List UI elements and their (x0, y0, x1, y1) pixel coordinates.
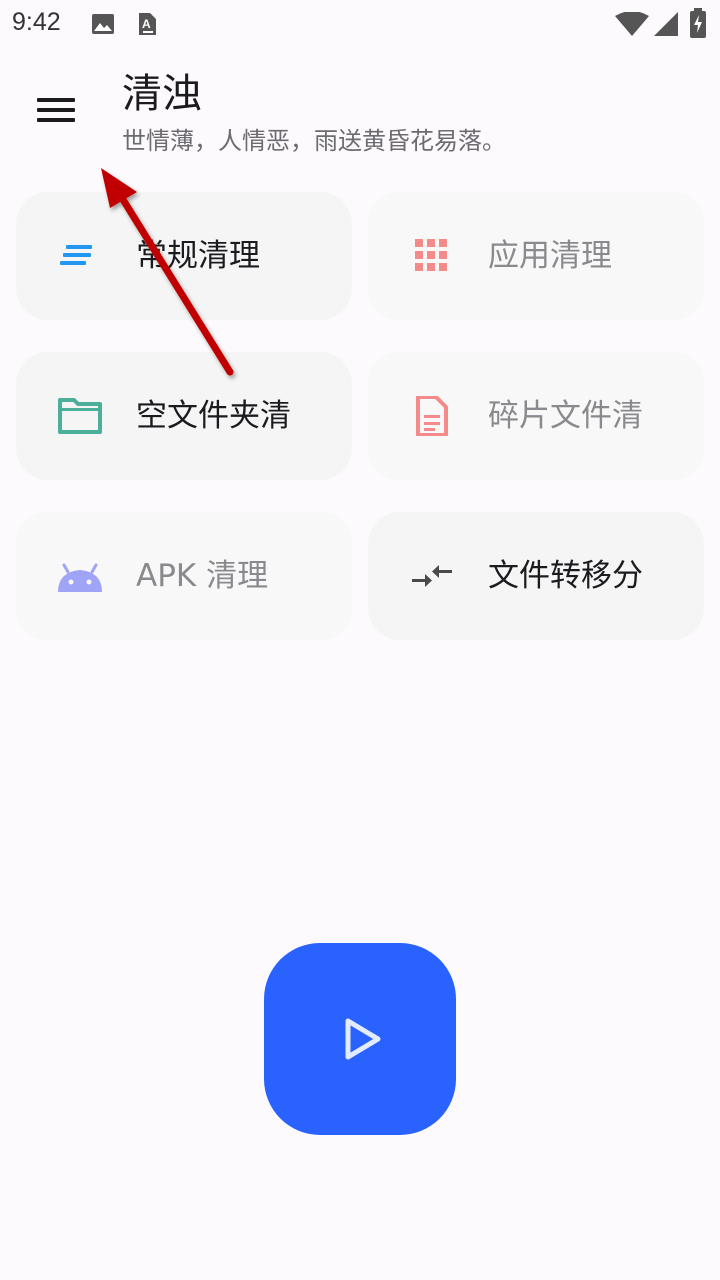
battery-charging-icon (690, 8, 706, 38)
status-bar: 9:42 A (0, 0, 720, 48)
lines-icon (60, 245, 92, 265)
menu-button[interactable] (26, 80, 86, 140)
app-subtitle: 世情薄，人情恶，雨送黄昏花易落。 (122, 127, 506, 155)
wifi-icon (615, 12, 649, 36)
card-label: 碎片文件清 (488, 398, 643, 434)
android-icon (58, 563, 102, 592)
hamburger-line (37, 118, 75, 122)
apps-grid-icon (415, 239, 447, 271)
card-general-clean[interactable]: 常规清理 (16, 192, 352, 320)
card-label: 常规清理 (136, 238, 260, 274)
card-label: 空文件夹清 (136, 398, 291, 434)
status-time: 9:42 (12, 8, 61, 36)
hamburger-menu-icon (37, 98, 75, 102)
card-fragment-file-clean[interactable]: 碎片文件清 (368, 352, 704, 480)
image-icon (92, 14, 114, 34)
card-apk-clean[interactable]: APK 清理 (16, 512, 352, 640)
card-empty-folder-clean[interactable]: 空文件夹清 (16, 352, 352, 480)
signal-icon (654, 12, 678, 36)
compare-arrows-icon (412, 565, 452, 587)
accessibility-a-icon: A (139, 13, 156, 35)
app-title: 清浊 (122, 71, 202, 117)
svg-text:A: A (142, 17, 151, 31)
hamburger-line (37, 108, 75, 112)
play-icon (345, 1018, 381, 1060)
card-label: APK 清理 (136, 558, 269, 594)
folder-icon (58, 398, 102, 434)
card-app-clean[interactable]: 应用清理 (368, 192, 704, 320)
document-icon (416, 396, 448, 436)
start-clean-fab[interactable] (264, 943, 456, 1135)
card-label: 应用清理 (488, 238, 612, 274)
card-file-transfer[interactable]: 文件转移分 (368, 512, 704, 640)
card-label: 文件转移分 (488, 558, 643, 594)
